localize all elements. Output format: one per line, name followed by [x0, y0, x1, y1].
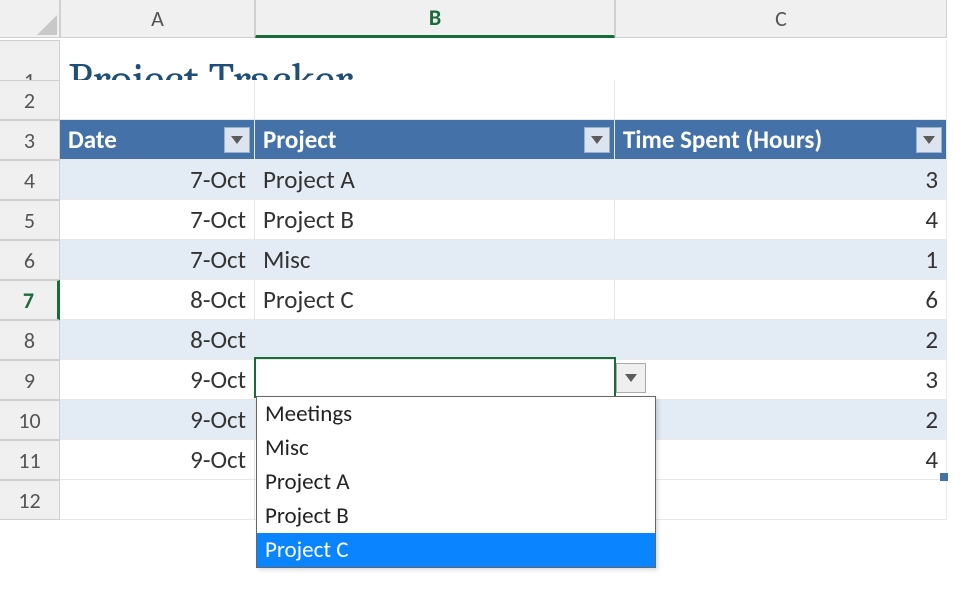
row-header-6[interactable]: 6 [0, 240, 60, 280]
column-header-label: B [429, 4, 441, 31]
header-label: Date [68, 124, 117, 155]
data-validation-list[interactable]: MeetingsMiscProject AProject BProject C [256, 396, 656, 568]
cell-c2[interactable] [615, 80, 947, 120]
dropdown-item[interactable]: Project B [257, 499, 655, 533]
row-header-label: 9 [24, 367, 35, 394]
row-header-label: 7 [23, 287, 34, 314]
row-header-5[interactable]: 5 [0, 200, 60, 240]
cell-date[interactable]: 7-Oct [60, 240, 255, 280]
cell-date[interactable]: 8-Oct [60, 320, 255, 360]
header-label: Project [263, 124, 336, 155]
chevron-down-icon [591, 136, 603, 144]
cell-date[interactable]: 9-Oct [60, 400, 255, 440]
cell-date[interactable]: 9-Oct [60, 360, 255, 400]
cell-empty[interactable] [60, 480, 255, 520]
cell-hours[interactable]: 3 [615, 360, 947, 400]
table-resize-handle[interactable] [940, 473, 948, 481]
cell-hours[interactable]: 3 [615, 160, 947, 200]
header-label: Time Spent (Hours) [623, 124, 822, 155]
chevron-down-icon [231, 136, 243, 144]
row-header-label: 8 [24, 327, 35, 354]
chevron-down-icon [625, 374, 637, 382]
cell-date[interactable]: 7-Oct [60, 200, 255, 240]
table-header-hours[interactable]: Time Spent (Hours) [615, 120, 947, 160]
cell-date[interactable]: 9-Oct [60, 440, 255, 480]
select-all-corner[interactable] [0, 0, 60, 38]
cell-project[interactable] [255, 320, 615, 360]
column-header-a[interactable]: A [60, 0, 255, 38]
cell-project[interactable]: Project C [255, 280, 615, 320]
dropdown-item[interactable]: Project A [257, 465, 655, 499]
cell-b2[interactable] [255, 80, 615, 120]
cell-hours[interactable]: 2 [615, 400, 947, 440]
cell-a2[interactable] [60, 80, 255, 120]
row-header-4[interactable]: 4 [0, 160, 60, 200]
row-header-label: 3 [24, 127, 35, 154]
cell-project[interactable]: Misc [255, 240, 615, 280]
cell-hours[interactable]: 4 [615, 440, 947, 480]
column-header-b[interactable]: B [255, 0, 615, 38]
cell-project[interactable]: Project A [255, 160, 615, 200]
column-header-label: C [775, 5, 787, 32]
row-header-2[interactable]: 2 [0, 80, 60, 120]
cell-empty[interactable] [615, 480, 947, 520]
cell-project[interactable]: Project B [255, 200, 615, 240]
filter-button-date[interactable] [224, 127, 250, 153]
data-validation-button[interactable] [616, 363, 646, 393]
row-header-label: 2 [24, 87, 35, 114]
cell-hours[interactable]: 6 [615, 280, 947, 320]
row-header-label: 10 [18, 407, 40, 434]
column-header-c[interactable]: C [615, 0, 947, 38]
row-header-label: 12 [18, 487, 40, 514]
dropdown-item[interactable]: Meetings [257, 397, 655, 431]
filter-button-project[interactable] [584, 127, 610, 153]
row-header-8[interactable]: 8 [0, 320, 60, 360]
row-header-9[interactable]: 9 [0, 360, 60, 400]
table-header-date[interactable]: Date [60, 120, 255, 160]
row-header-label: 4 [24, 167, 35, 194]
dropdown-item[interactable]: Misc [257, 431, 655, 465]
row-header-label: 6 [24, 247, 35, 274]
cell-hours[interactable]: 1 [615, 240, 947, 280]
table-header-project[interactable]: Project [255, 120, 615, 160]
cell-date[interactable]: 8-Oct [60, 280, 255, 320]
column-header-label: A [151, 5, 164, 32]
row-header-10[interactable]: 10 [0, 400, 60, 440]
row-header-label: 11 [18, 447, 40, 474]
row-header-3[interactable]: 3 [0, 120, 60, 160]
row-header-label: 5 [24, 207, 35, 234]
cell-hours[interactable]: 2 [615, 320, 947, 360]
filter-button-hours[interactable] [916, 127, 942, 153]
cell-date[interactable]: 7-Oct [60, 160, 255, 200]
cell-hours[interactable]: 4 [615, 200, 947, 240]
row-header-7[interactable]: 7 [0, 280, 60, 320]
dropdown-item[interactable]: Project C [257, 533, 655, 567]
row-header-11[interactable]: 11 [0, 440, 60, 480]
cell-project[interactable] [255, 360, 615, 400]
row-header-12[interactable]: 12 [0, 480, 60, 520]
chevron-down-icon [923, 136, 935, 144]
